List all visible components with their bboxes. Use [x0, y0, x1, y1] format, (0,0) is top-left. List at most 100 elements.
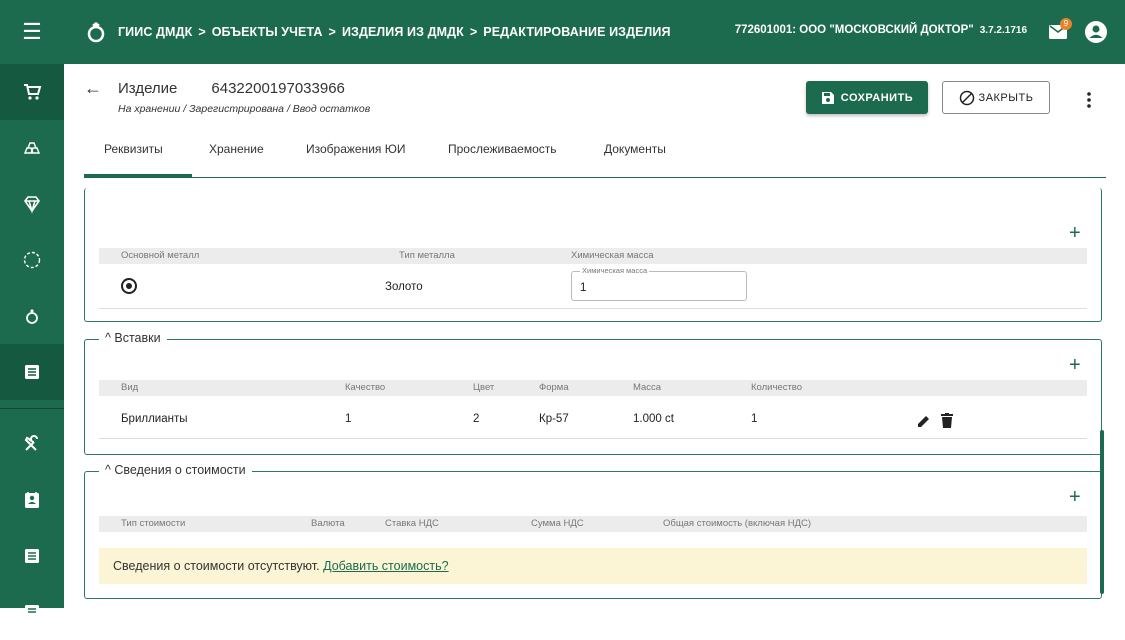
empty-cost-notice: Сведения о стоимости отсутствуют. Добави…: [99, 548, 1087, 584]
sidebar-item-cart[interactable]: [0, 64, 64, 120]
contact-card-icon: [25, 492, 39, 508]
organization-label[interactable]: 772601001: ООО "МОСКОВСКИЙ ДОКТОР" 3.7.2.…: [735, 24, 1027, 36]
column-header: Тип металла: [399, 250, 455, 261]
breadcrumb: ГИИС ДМДК > ОБЪЕКТЫ УЧЕТА > ИЗДЕЛИЯ ИЗ Д…: [118, 25, 671, 39]
account-icon[interactable]: [1085, 21, 1107, 43]
breadcrumb-objects[interactable]: ОБЪЕКТЫ УЧЕТА: [212, 25, 323, 39]
close-button-label: ЗАКРЫТЬ: [978, 91, 1034, 104]
breadcrumb-current: РЕДАКТИРОВАНИЕ ИЗДЕЛИЯ: [483, 25, 671, 39]
cost-section: ^ Сведения о стоимости + Тип стоимости В…: [84, 463, 1102, 599]
column-header: Качество: [345, 382, 386, 393]
cart-icon: [24, 84, 42, 100]
cancel-circle-icon: [959, 90, 974, 105]
chevron-up-icon: ^: [105, 463, 111, 477]
metals-table-header: Основной металл Тип металла Химическая м…: [99, 248, 1087, 264]
top-app-bar: ☰ ГИИС ДМДК > ОБЪЕКТЫ УЧЕТА > ИЗДЕЛИЯ ИЗ…: [0, 0, 1125, 64]
document-list-icon: [25, 365, 39, 379]
column-header: Тип стоимости: [121, 518, 186, 529]
column-header: Количество: [751, 382, 803, 393]
diamond-icon: [24, 196, 40, 214]
chevron-up-icon: ^: [105, 331, 111, 345]
sidebar-item-more[interactable]: [0, 584, 64, 640]
item-number: 6432200197033966: [211, 80, 345, 97]
metal-type-value: Золото: [385, 281, 423, 293]
column-header: Валюта: [311, 518, 345, 529]
document-list-icon: [25, 549, 39, 563]
close-button[interactable]: ЗАКРЫТЬ: [942, 81, 1050, 114]
sidebar-item-documents[interactable]: [0, 344, 64, 400]
insert-quality: 1: [345, 413, 352, 425]
more-vert-icon[interactable]: [1082, 90, 1096, 110]
breadcrumb-separator: >: [469, 25, 478, 39]
delete-trash-icon[interactable]: [941, 413, 953, 428]
scrollbar[interactable]: [1100, 430, 1104, 594]
circle-dashed-icon: [23, 251, 41, 269]
empty-cost-message: Сведения о стоимости отсутствуют.: [113, 559, 320, 573]
sidebar-item-ingots[interactable]: [0, 120, 64, 176]
sidebar-item-tools[interactable]: [0, 416, 64, 472]
mail-badge: 9: [1060, 18, 1072, 30]
save-button-label: СОХРАНИТЬ: [840, 91, 914, 104]
cost-section-title: Сведения о стоимости: [114, 463, 246, 477]
column-header: Основной металл: [121, 250, 200, 261]
item-status: На хранении / Зарегистрирована / Ввод ос…: [118, 103, 371, 115]
column-header: Общая стоимость (включая НДС): [663, 518, 812, 529]
tab-storage[interactable]: Хранение: [209, 142, 264, 156]
tools-icon: [24, 435, 38, 451]
tab-documents[interactable]: Документы: [604, 142, 666, 156]
app-version: 3.7.2.1716: [979, 25, 1027, 36]
sidebar-item-reports[interactable]: [0, 528, 64, 584]
ingots-icon: [23, 142, 41, 154]
item-label: Изделие: [118, 80, 178, 97]
page-title: Изделие 6432200197033966: [118, 80, 345, 97]
chemical-mass-label: Химическая масса: [580, 266, 650, 275]
sidebar: [0, 64, 64, 619]
insert-kind: Бриллианты: [121, 413, 188, 425]
edit-pencil-icon[interactable]: [917, 414, 931, 428]
main-metal-radio[interactable]: [121, 278, 137, 294]
column-header: Вид: [121, 382, 139, 393]
tab-bar: Реквизиты Хранение Изображения ЮИ Просле…: [84, 130, 1106, 178]
active-tab-indicator: [84, 174, 192, 177]
document-list-icon: [25, 605, 39, 619]
insert-color: 2: [473, 413, 480, 425]
chemical-mass-value: 1: [580, 282, 587, 294]
cost-table-header: Тип стоимости Валюта Ставка НДС Сумма НД…: [99, 516, 1087, 532]
column-header: Цвет: [473, 382, 495, 393]
ring-logo-icon: [87, 22, 105, 43]
column-header: Масса: [633, 382, 662, 393]
sidebar-item-contacts[interactable]: [0, 472, 64, 528]
sidebar-item-circle[interactable]: [0, 232, 64, 288]
add-metal-button[interactable]: +: [1069, 222, 1081, 245]
insert-shape: Кр-57: [539, 413, 569, 425]
inserts-section-title: Вставки: [114, 331, 161, 345]
insert-quantity: 1: [751, 413, 758, 425]
sidebar-item-gems[interactable]: [0, 176, 64, 232]
column-header: Сумма НДС: [531, 518, 584, 529]
breadcrumb-items[interactable]: ИЗДЕЛИЯ ИЗ ДМДК: [342, 25, 464, 39]
breadcrumb-root[interactable]: ГИИС ДМДК: [118, 25, 192, 39]
column-header: Форма: [539, 382, 569, 393]
inserts-table-header: Вид Качество Цвет Форма Масса Количество: [99, 380, 1087, 396]
tab-images[interactable]: Изображения ЮИ: [306, 142, 406, 156]
add-insert-button[interactable]: +: [1069, 354, 1081, 377]
column-header: Химическая масса: [571, 250, 654, 261]
back-arrow-icon[interactable]: ←: [84, 78, 102, 99]
column-header: Ставка НДС: [385, 518, 439, 529]
tab-traceability[interactable]: Прослеживаемость: [448, 142, 557, 156]
menu-icon[interactable]: ☰: [0, 0, 64, 64]
empty-cost-text: Сведения о стоимости отсутствуют. Добави…: [113, 559, 449, 573]
cost-section-header[interactable]: ^ Сведения о стоимости: [99, 463, 252, 477]
add-cost-button[interactable]: +: [1069, 486, 1081, 509]
breadcrumb-separator: >: [328, 25, 336, 39]
inserts-section-header[interactable]: ^ Вставки: [99, 331, 167, 345]
chemical-mass-input[interactable]: Химическая масса 1: [571, 266, 747, 301]
insert-mass: 1.000 ct: [633, 413, 674, 425]
floppy-disk-icon: [821, 91, 834, 104]
save-button[interactable]: СОХРАНИТЬ: [806, 81, 928, 114]
inserts-section: ^ Вставки + Вид Качество Цвет Форма Масс…: [84, 331, 1102, 455]
add-cost-link[interactable]: Добавить стоимость?: [323, 559, 448, 573]
breadcrumb-separator: >: [198, 25, 206, 39]
tab-requisites[interactable]: Реквизиты: [104, 142, 163, 156]
sidebar-item-rings[interactable]: [0, 288, 64, 344]
